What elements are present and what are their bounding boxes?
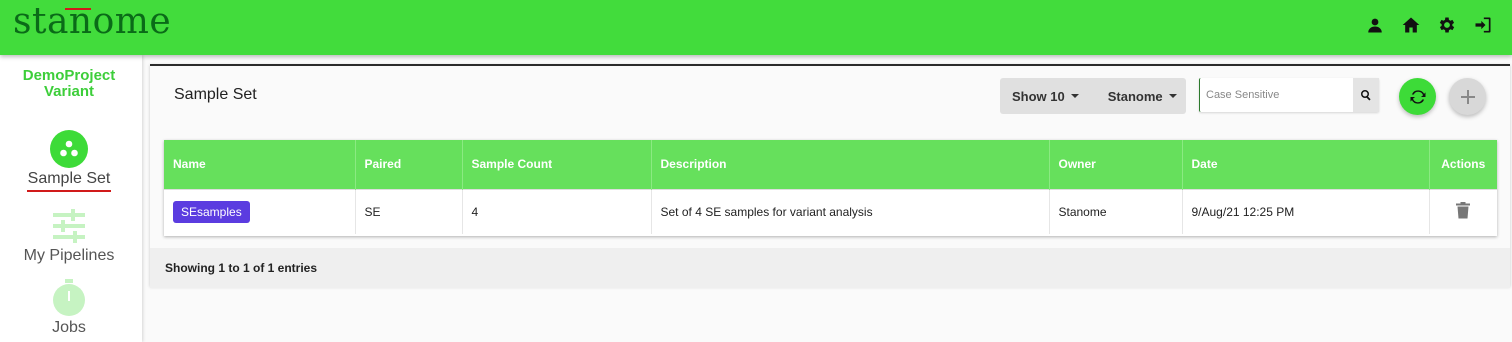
cell-owner: Stanome [1049,188,1183,234]
delete-button[interactable] [1456,201,1471,222]
active-underline [27,190,111,192]
sliders-icon [50,207,88,245]
sample-set-table: Name Paired Sample Count Description Own… [164,140,1497,236]
show-entries-label: Show 10 [1012,88,1065,104]
cell-date: 9/Aug/21 12:25 PM [1182,188,1430,234]
chevron-down-icon [1168,94,1177,98]
add-sample-set-button[interactable] [1449,78,1486,115]
sidebar-item-sample-set[interactable]: Sample Set [0,130,138,192]
cell-name: SEsamples [164,188,356,234]
column-header-name[interactable]: Name [164,140,356,189]
filter-group: Show 10 Stanome [1000,78,1186,114]
sidebar-item-label: Sample Set [27,170,111,187]
plus-icon [1460,89,1475,104]
trash-icon [1456,201,1471,219]
chevron-down-icon [1070,94,1079,98]
column-header-owner[interactable]: Owner [1049,140,1183,189]
gear-icon[interactable] [1436,14,1458,36]
refresh-button[interactable] [1399,78,1436,115]
search-input[interactable] [1206,78,1350,112]
sidebar: DemoProject Variant Sample Set My Pipeli… [0,55,142,342]
owner-dropdown[interactable]: Stanome [1079,89,1177,104]
sidebar-item-jobs[interactable]: Jobs [0,279,138,337]
page-title: Sample Set [174,86,257,103]
cell-description: Set of 4 SE samples for variant analysis [651,188,1050,234]
column-header-description[interactable]: Description [651,140,1050,189]
sample-set-name-tag[interactable]: SEsamples [173,200,250,223]
entries-info: Showing 1 to 1 of 1 entries [165,261,318,275]
search-button[interactable] [1353,78,1379,112]
header-icons [1364,14,1494,36]
table-header-row: Name Paired Sample Count Description Own… [164,140,1497,189]
sidebar-item-label: My Pipelines [23,247,115,264]
table-row: SEsamples SE 4 Set of 4 SE samples for v… [164,188,1497,234]
search-box [1199,78,1379,112]
cell-actions [1429,188,1497,234]
cell-paired: SE [355,188,463,234]
logo-accent-bar [65,8,91,10]
logout-icon[interactable] [1472,14,1494,36]
sidebar-item-label: Jobs [52,319,86,336]
owner-dropdown-label: Stanome [1107,88,1163,104]
person-icon[interactable] [1364,14,1386,36]
stanome-logo[interactable]: stanome [13,0,171,44]
top-bar: stanome [0,0,1512,55]
column-header-sample-count[interactable]: Sample Count [462,140,652,189]
sample-set-card: Sample Set Show 10 Stanome Name [150,64,1510,288]
project-name[interactable]: DemoProject Variant [0,68,138,100]
cell-sample-count: 4 [462,188,652,234]
column-header-actions: Actions [1429,140,1497,189]
table-footer: Showing 1 to 1 of 1 entries [150,248,1510,288]
stopwatch-icon [50,279,88,317]
show-entries-dropdown[interactable]: Show 10 [1000,89,1079,104]
search-icon [1361,90,1371,101]
home-icon[interactable] [1400,14,1422,36]
refresh-icon [1410,89,1425,104]
sidebar-item-my-pipelines[interactable]: My Pipelines [0,207,138,265]
column-header-date[interactable]: Date [1182,140,1430,189]
column-header-paired[interactable]: Paired [355,140,463,189]
sample-set-icon [50,130,88,168]
